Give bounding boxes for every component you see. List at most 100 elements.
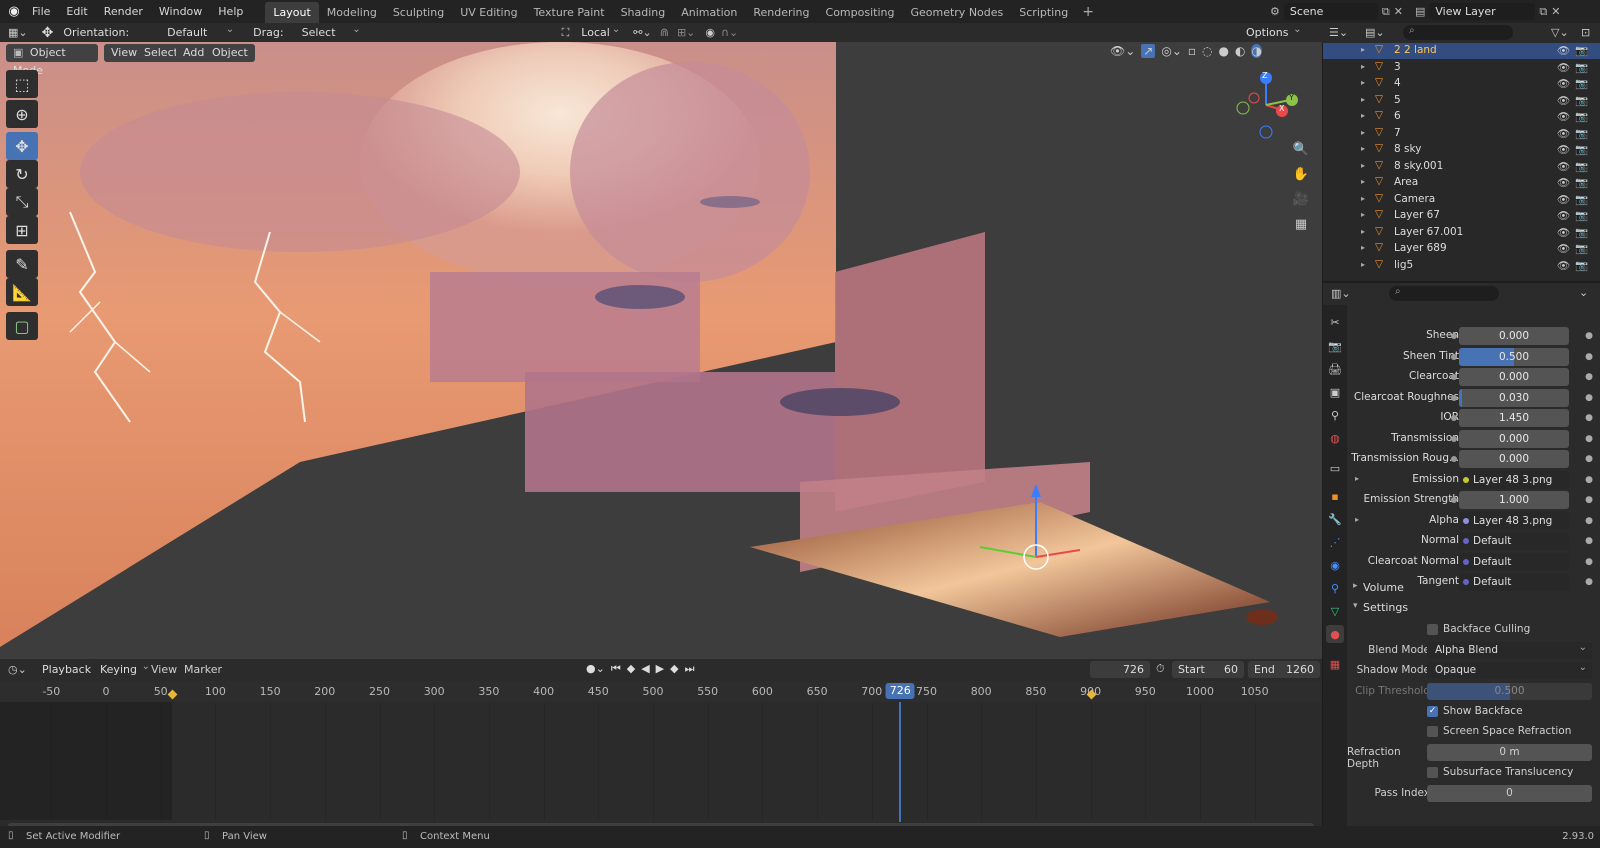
cursor-tool[interactable]: ⊕ <box>6 100 38 128</box>
tab-animation[interactable]: Animation <box>673 2 745 23</box>
filter-icon[interactable]: ▽⌄ <box>1551 26 1569 39</box>
socket-dot-icon[interactable] <box>1451 394 1457 401</box>
render-camera-icon[interactable]: 📷 <box>1575 209 1588 222</box>
gizmo-toggle-icon[interactable]: ↗ <box>1141 44 1156 58</box>
select-box-tool[interactable]: ⬚ <box>6 70 38 98</box>
keyframe-dot-icon[interactable]: ● <box>1585 536 1593 546</box>
menu-help[interactable]: Help <box>210 0 251 23</box>
keyframe-dot-icon[interactable]: ● <box>1585 516 1593 526</box>
zoom-icon[interactable]: 🔍 <box>1290 138 1312 160</box>
tab-texture-paint[interactable]: Texture Paint <box>526 2 613 23</box>
snap-target-icon[interactable]: ⊞⌄ <box>677 26 695 39</box>
outliner-row[interactable]: ▸ ▽ 5 👁 📷 <box>1323 93 1600 109</box>
perspective-grid-icon[interactable]: ▦ <box>1290 213 1312 235</box>
options-dropdown[interactable]: Options <box>1238 21 1307 41</box>
property-value-field[interactable]: 0.500 <box>1459 347 1569 366</box>
drag-dropdown[interactable]: Select Box <box>293 21 366 56</box>
property-link-field[interactable]: Default <box>1459 552 1569 571</box>
scene-remove-icon[interactable]: ✕ <box>1394 5 1403 18</box>
rotate-tool[interactable]: ↻ <box>6 160 38 188</box>
expand-arrow-icon[interactable]: ▸ <box>1361 227 1365 236</box>
render-camera-icon[interactable]: 📷 <box>1575 176 1588 189</box>
render-camera-icon[interactable]: 📷 <box>1575 226 1588 239</box>
transform-tool[interactable]: ⊞ <box>6 216 38 244</box>
socket-dot-icon[interactable] <box>1451 374 1457 380</box>
refraction-depth-field[interactable]: 0 m <box>1427 744 1592 761</box>
outliner-row[interactable]: ▸ ▽ 6 👁 📷 <box>1323 109 1600 125</box>
material-shading-icon[interactable]: ◐ <box>1235 44 1245 58</box>
property-value-field[interactable]: 0.000 <box>1459 450 1569 468</box>
socket-dot-icon[interactable] <box>1451 353 1457 360</box>
timeline-editor-icon[interactable]: ◷⌄ <box>8 663 27 676</box>
keyframe-dot-icon[interactable]: ● <box>1585 495 1593 505</box>
snap-icon[interactable]: ⚯⌄ <box>633 26 651 39</box>
show-backface-checkbox[interactable]: ✓ <box>1427 706 1438 717</box>
clip-threshold-field[interactable]: 0.500 <box>1427 683 1592 700</box>
tab-layout[interactable]: Layout <box>265 2 319 23</box>
tab-geometry-nodes[interactable]: Geometry Nodes <box>902 2 1011 23</box>
outliner-row[interactable]: ▸ ▽ 3 👁 📷 <box>1323 60 1600 76</box>
timeline-body[interactable] <box>0 702 1322 829</box>
visibility-eye-icon[interactable]: 👁 <box>1557 110 1570 123</box>
display-mode-icon[interactable]: ▤⌄ <box>1365 26 1385 39</box>
visibility-eye-icon[interactable]: 👁 <box>1557 61 1570 74</box>
expand-arrow-icon[interactable]: ▸ <box>1355 474 1359 483</box>
property-value-field[interactable]: 0.000 <box>1459 327 1569 345</box>
expand-arrow-icon[interactable]: ▸ <box>1361 78 1365 87</box>
expand-arrow-icon[interactable]: ▸ <box>1361 128 1365 137</box>
render-camera-icon[interactable]: 📷 <box>1575 61 1588 74</box>
expand-arrow-icon[interactable]: ▸ <box>1355 515 1359 524</box>
keyframe-dot-icon[interactable]: ● <box>1585 352 1593 362</box>
properties-search-input[interactable]: ⌕ <box>1389 286 1499 301</box>
tab-modeling[interactable]: Modeling <box>319 2 385 23</box>
outliner-search-input[interactable]: ⌕ <box>1403 25 1513 40</box>
render-camera-icon[interactable]: 📷 <box>1575 143 1588 156</box>
end-frame-field[interactable]: End 1260 <box>1248 661 1320 678</box>
property-value-field[interactable]: 0.000 <box>1459 368 1569 386</box>
visibility-eye-icon[interactable]: 👁 <box>1557 259 1570 272</box>
3d-viewport[interactable]: ▣ Object Mode View Select Add Object 👁⌄ … <box>0 42 1322 659</box>
property-link-field[interactable]: Default <box>1459 532 1569 550</box>
render-camera-icon[interactable]: 📷 <box>1575 193 1588 206</box>
scene-field[interactable]: Scene <box>1283 3 1378 20</box>
tab-sculpting[interactable]: Sculpting <box>385 2 452 23</box>
socket-dot-icon[interactable] <box>1451 456 1457 462</box>
property-value-field[interactable]: 0.000 <box>1459 429 1569 448</box>
view-layer-field[interactable]: View Layer <box>1429 3 1536 20</box>
keyframe-dot-icon[interactable]: ● <box>1585 557 1593 567</box>
menu-window[interactable]: Window <box>151 0 210 23</box>
screen-space-refraction-checkbox[interactable] <box>1427 726 1438 737</box>
visibility-eye-icon[interactable]: 👁 <box>1557 242 1570 255</box>
render-camera-icon[interactable]: 📷 <box>1575 242 1588 255</box>
render-camera-icon[interactable]: 📷 <box>1575 160 1588 173</box>
keyframe-diamond[interactable] <box>167 689 178 700</box>
rendered-shading-icon[interactable]: ◑ <box>1251 44 1262 58</box>
timeline-ruler[interactable]: -50 0 50 100 150 200 250 300 350 400 450 500 550 600 6… <box>0 681 1322 702</box>
current-frame-badge[interactable]: 726 <box>885 683 915 699</box>
outliner-row[interactable]: ▸ ▽ Layer 67.001 👁 📷 <box>1323 225 1600 241</box>
visibility-eye-icon[interactable]: 👁 <box>1557 77 1570 90</box>
expand-arrow-icon[interactable]: ▸ <box>1361 177 1365 186</box>
add-workspace-icon[interactable]: + <box>1082 4 1094 20</box>
scene-icon[interactable]: ⚙ <box>1270 5 1280 18</box>
properties-options-icon[interactable]: ⌄ <box>1579 286 1588 299</box>
visibility-eye-icon[interactable]: 👁 <box>1557 209 1570 222</box>
timeline-menu-marker[interactable]: Marker <box>184 663 222 676</box>
subsurface-translucency-checkbox[interactable] <box>1427 767 1438 778</box>
pass-index-field[interactable]: 0 <box>1427 785 1592 802</box>
blend-mode-dropdown[interactable]: Alpha Blend <box>1427 639 1592 659</box>
outliner-row[interactable]: ▸ ▽ lig5 👁 📷 <box>1323 258 1600 274</box>
orientation-dropdown[interactable]: Default <box>159 21 240 41</box>
xray-icon[interactable]: ▫ <box>1188 44 1196 58</box>
keying-dropdown[interactable]: Keying <box>92 658 155 678</box>
pan-hand-icon[interactable]: ✋ <box>1290 163 1312 185</box>
overlays-icon[interactable]: ◎⌄ <box>1161 44 1182 58</box>
visibility-eye-icon[interactable]: 👁 <box>1557 160 1570 173</box>
expand-arrow-icon[interactable]: ▸ <box>1361 161 1365 170</box>
mode-dropdown[interactable]: ▣ Object Mode <box>6 44 98 77</box>
property-value-field[interactable]: 1.000 <box>1459 491 1569 509</box>
expand-arrow-icon[interactable]: ▸ <box>1361 111 1365 120</box>
jump-start-icon[interactable]: ⏮ <box>611 662 621 676</box>
keyframe-dot-icon[interactable]: ● <box>1585 454 1593 464</box>
outliner-row[interactable]: ▸ ▽ Area 👁 📷 <box>1323 175 1600 191</box>
